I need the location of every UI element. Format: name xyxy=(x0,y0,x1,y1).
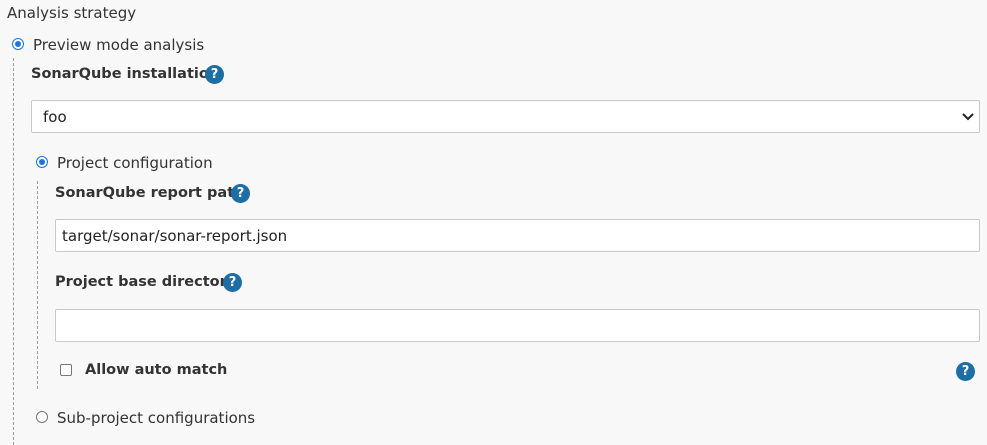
section-title: Analysis strategy xyxy=(7,4,137,22)
preview-mode-radio[interactable] xyxy=(12,38,24,50)
analysis-strategy-panel: Analysis strategy Preview mode analysis … xyxy=(0,0,987,445)
preview-mode-label[interactable]: Preview mode analysis xyxy=(33,36,204,54)
auto-match-label[interactable]: Allow auto match xyxy=(85,362,227,378)
project-configuration-group-line xyxy=(37,181,38,389)
report-path-value: target/sonar/sonar-report.json xyxy=(62,227,288,245)
sub-project-radio[interactable] xyxy=(36,411,48,423)
base-directory-help-icon[interactable]: ? xyxy=(223,273,242,292)
report-path-label: SonarQube report path xyxy=(55,185,245,201)
select-value: foo xyxy=(43,108,67,126)
project-configuration-radio[interactable] xyxy=(36,156,48,168)
chevron-down-icon xyxy=(962,113,974,121)
report-path-help-icon[interactable]: ? xyxy=(231,184,250,203)
report-path-input[interactable]: target/sonar/sonar-report.json xyxy=(55,219,980,252)
sonarqube-installation-select[interactable]: foo xyxy=(31,100,980,133)
project-configuration-label[interactable]: Project configuration xyxy=(57,154,213,172)
base-directory-label: Project base directory xyxy=(55,274,237,290)
sonarqube-installation-help-icon[interactable]: ? xyxy=(205,65,224,84)
auto-match-help-icon[interactable]: ? xyxy=(956,362,975,381)
preview-mode-group-line xyxy=(13,58,14,445)
sub-project-label[interactable]: Sub-project configurations xyxy=(57,409,255,427)
auto-match-checkbox[interactable] xyxy=(60,364,72,376)
sonarqube-installation-label: SonarQube installation xyxy=(31,66,220,82)
base-directory-input[interactable] xyxy=(55,309,980,342)
